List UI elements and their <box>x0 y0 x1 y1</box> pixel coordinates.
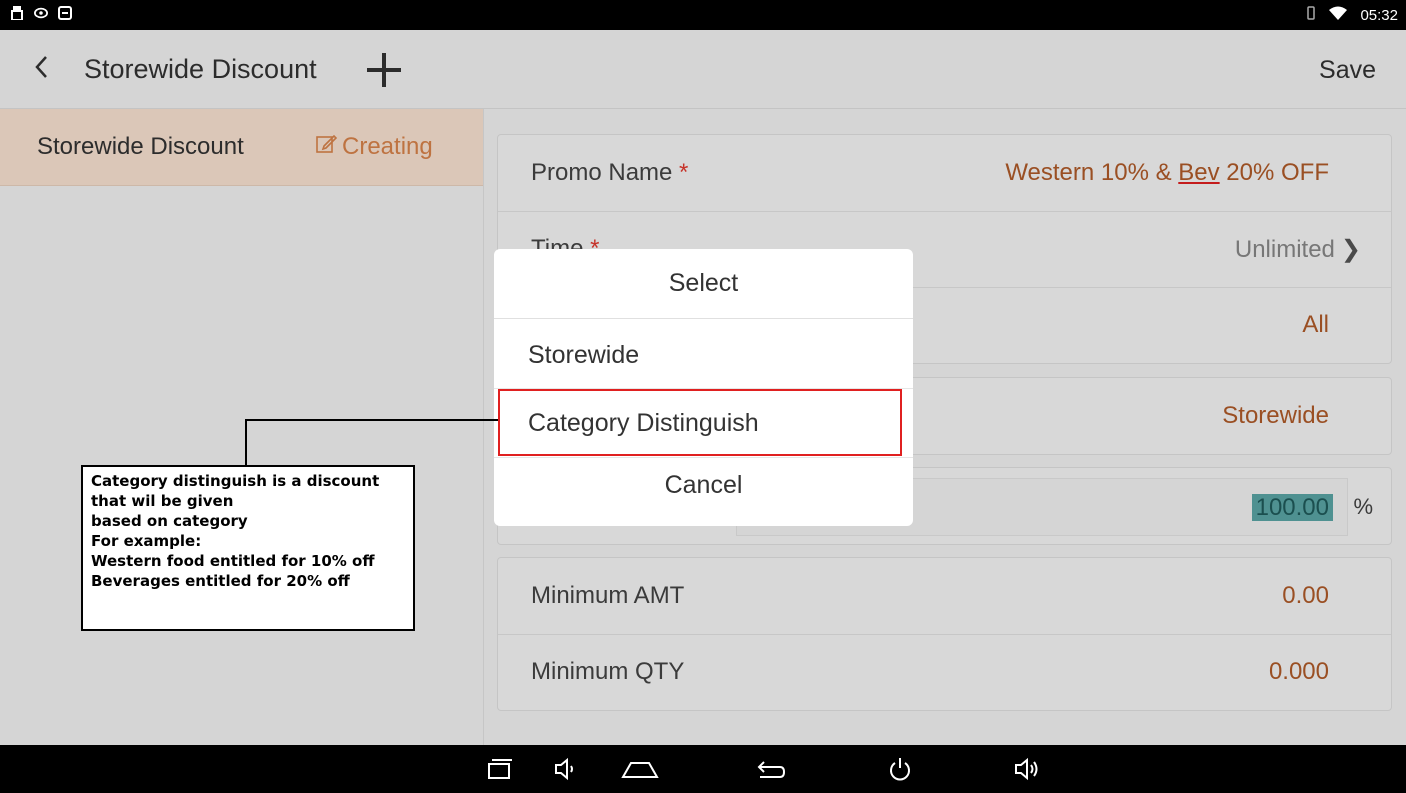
power-icon[interactable] <box>886 755 914 783</box>
option-storewide[interactable]: Storewide <box>528 341 639 370</box>
system-nav-bar <box>0 745 1406 793</box>
select-dialog: Select Storewide Category Distinguish Ca… <box>494 249 913 526</box>
eye-icon <box>34 6 48 20</box>
home-icon[interactable] <box>620 755 660 783</box>
divider <box>494 457 913 458</box>
usb-icon <box>10 6 24 20</box>
cancel-button[interactable]: Cancel <box>494 471 913 500</box>
annotation-callout: Category distinguish is a discount that … <box>81 465 415 631</box>
vibrate-icon <box>1306 6 1316 24</box>
annotation-line: based on category <box>91 512 248 530</box>
annotation-line: Western food entitled for 10% off <box>91 552 375 570</box>
volume-up-icon[interactable] <box>1013 755 1041 783</box>
annotation-line: that wil be given <box>91 492 234 510</box>
dialog-title: Select <box>494 249 913 319</box>
wifi-icon <box>1328 5 1348 25</box>
screen-icon <box>58 6 72 20</box>
highlight-box <box>498 389 902 456</box>
annotation-line: Beverages entitled for 20% off <box>91 572 350 590</box>
annotation-line: For example: <box>91 532 202 550</box>
status-bar: 05:32 <box>0 0 1406 30</box>
connector-line <box>245 419 247 465</box>
connector-line <box>245 419 498 421</box>
clock-text: 05:32 <box>1360 6 1398 24</box>
back-nav-icon[interactable] <box>754 755 786 783</box>
volume-down-icon[interactable] <box>552 755 580 783</box>
recent-apps-icon[interactable] <box>485 755 513 783</box>
annotation-line: Category distinguish is a discount <box>91 472 380 490</box>
